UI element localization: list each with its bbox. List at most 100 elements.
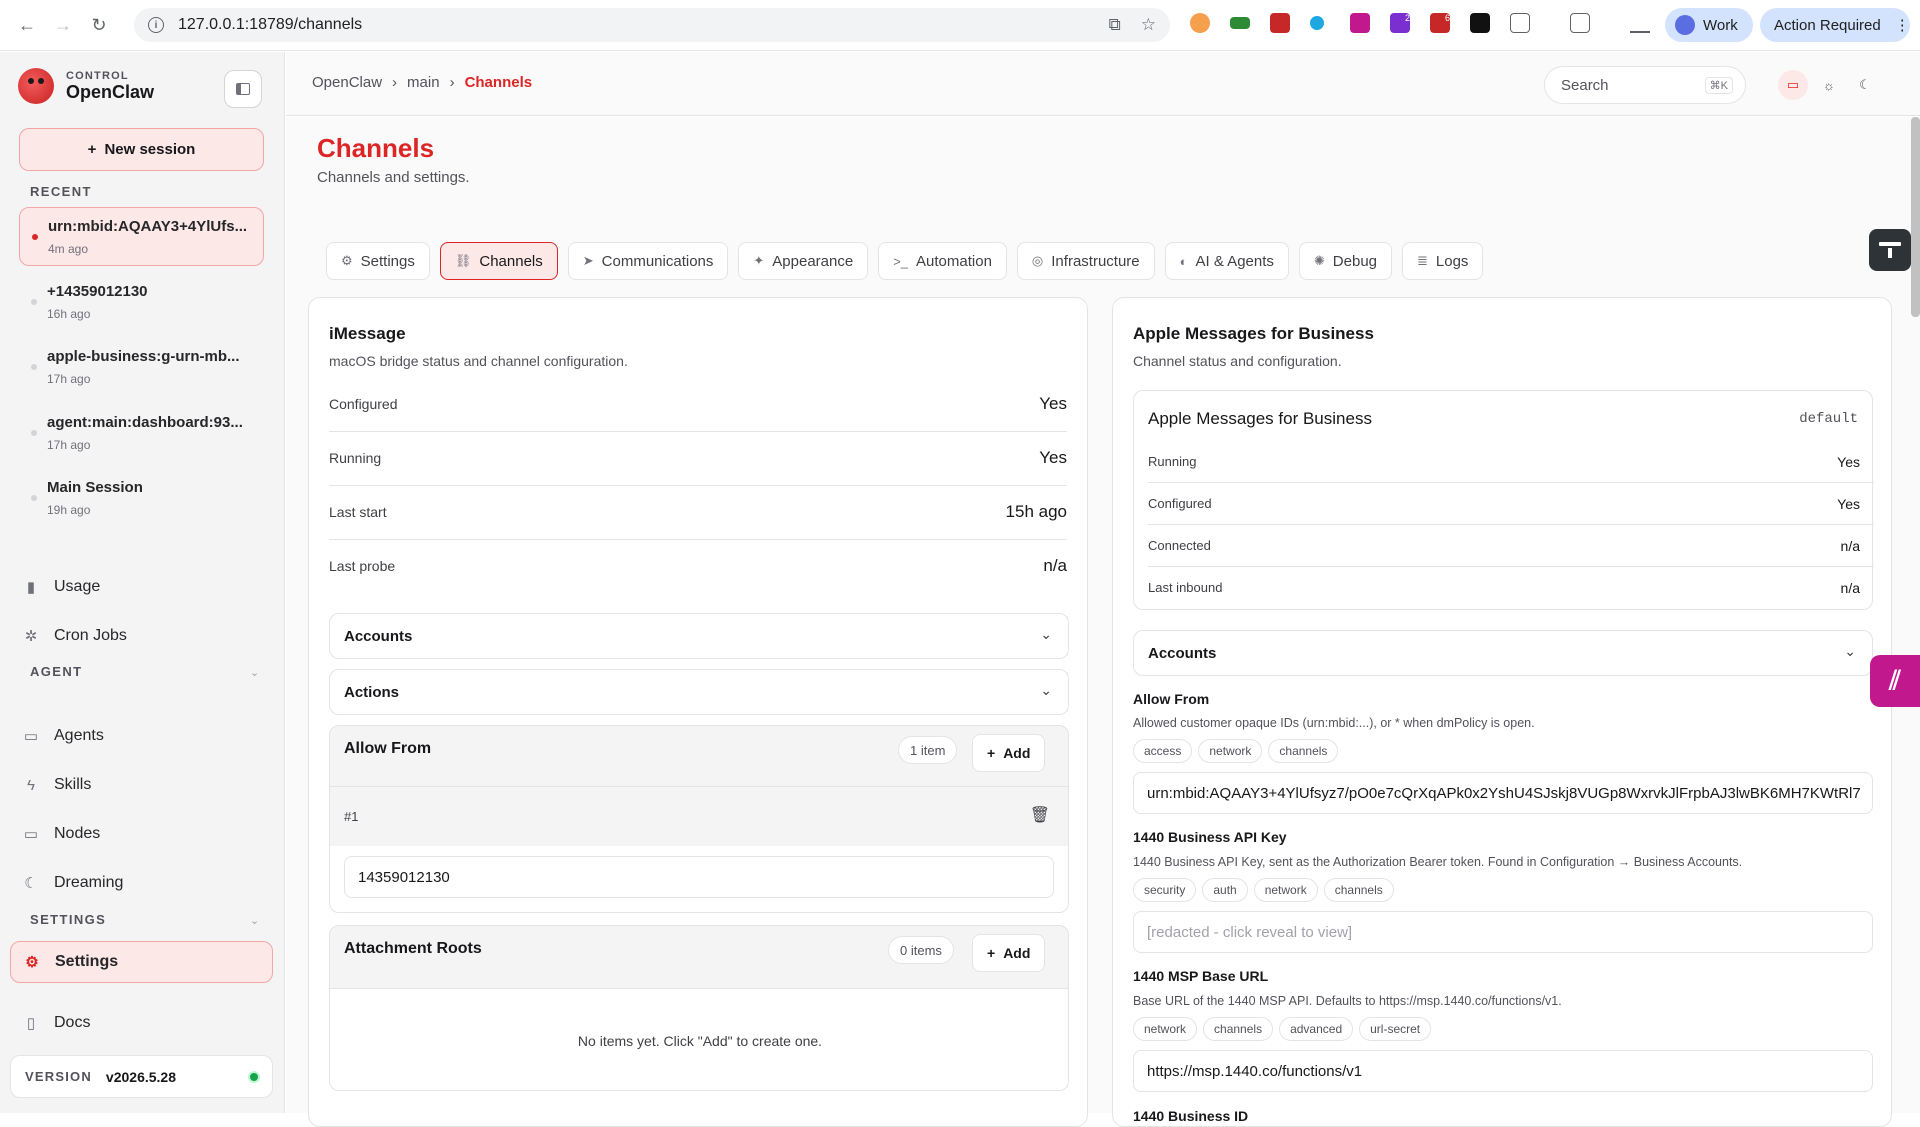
field-tags: security auth network channels [1133, 878, 1400, 902]
plus-icon: + [987, 945, 996, 961]
tab-label: Appearance [772, 252, 854, 270]
download-icon[interactable] [1630, 13, 1650, 33]
chevron-down-icon[interactable]: ⌄ [250, 914, 259, 927]
more-vert-icon[interactable]: ⋮ [1895, 16, 1910, 34]
settings-heading: SETTINGS [30, 912, 107, 927]
extensions-puzzle-icon[interactable] [1510, 13, 1530, 33]
url-text[interactable]: 127.0.0.1:18789/channels [178, 16, 362, 34]
tab-infrastructure[interactable]: ◎ Infrastructure [1016, 242, 1155, 280]
breadcrumb-item[interactable]: main [407, 74, 440, 91]
site-info-icon[interactable]: i [148, 17, 164, 33]
sidebar-item-skills[interactable]: ϟ Skills [10, 764, 273, 806]
status-dot [248, 1070, 260, 1083]
extension-icon[interactable] [1350, 13, 1370, 33]
breadcrumb-item[interactable]: OpenClaw [312, 74, 382, 91]
accounts-accordion[interactable]: Accounts ⌄ [329, 613, 1069, 659]
account-status-box: Apple Messages for Business default Runn… [1133, 390, 1874, 610]
session-item[interactable]: apple-business:g-urn-mb... 17h ago [19, 338, 264, 397]
new-session-button[interactable]: + New session [19, 128, 264, 171]
tag-chip: url-secret [1359, 1017, 1432, 1041]
reload-icon[interactable]: ↻ [86, 12, 112, 38]
sidebar-item-dreaming[interactable]: ☾ Dreaming [10, 862, 273, 904]
status-key: Configured [329, 396, 398, 412]
session-status-dot [32, 234, 38, 240]
tab-appearance[interactable]: ✦ Appearance [738, 242, 869, 280]
session-status-dot [31, 495, 37, 501]
moon-icon[interactable]: ☾ [1850, 70, 1880, 100]
add-allow-from-button[interactable]: + Add [972, 734, 1046, 772]
sidebar-item-settings[interactable]: ⚙ Settings [10, 941, 273, 983]
session-title: urn:mbid:AQAAY3+4YlUfs... [48, 218, 248, 235]
tab-ai-agents[interactable]: ◐ AI & Agents [1164, 242, 1289, 280]
extension-icon[interactable] [1230, 17, 1250, 29]
status-key: Running [1148, 454, 1197, 469]
add-attachment-root-button[interactable]: + Add [972, 934, 1046, 972]
forward-icon[interactable]: → [50, 12, 76, 38]
list-item-body: 14359012130 [330, 846, 1068, 912]
status-row: Last inbound n/a [1148, 567, 1874, 609]
sidebar-item-label: Dreaming [54, 874, 124, 891]
extension-icon[interactable] [1310, 16, 1324, 30]
session-time: 17h ago [47, 438, 91, 452]
tag-chip: auth [1202, 878, 1248, 902]
openclaw-logo-icon [18, 68, 54, 104]
session-item[interactable]: urn:mbid:AQAAY3+4YlUfs... 4m ago [19, 207, 264, 266]
field-help: 1440 Business API Key, sent as the Autho… [1133, 855, 1743, 869]
send-icon: ➤ [582, 253, 594, 268]
back-icon[interactable]: ← [14, 12, 40, 38]
address-bar[interactable]: i 127.0.0.1:18789/channels ⧉ ☆ [134, 8, 1170, 42]
sidebar-collapse-button[interactable] [224, 70, 262, 108]
session-title: apple-business:g-urn-mb... [47, 348, 240, 365]
version-value: v2026.5.28 [105, 1068, 176, 1085]
tab-channels[interactable]: ⛓ Channels [439, 242, 558, 280]
session-item[interactable]: Main Session 19h ago [19, 469, 264, 528]
tab-logs[interactable]: ≣ Logs [1402, 242, 1484, 280]
page-title: Channels [317, 133, 435, 163]
allow-from-input[interactable]: 14359012130 [344, 856, 1054, 898]
tag-chip: access [1133, 739, 1193, 763]
session-item[interactable]: +14359012130 16h ago [19, 273, 264, 332]
sidebar-item-docs[interactable]: ▯ Docs [10, 1002, 273, 1044]
zap-icon: ϟ [27, 776, 35, 794]
tab-settings[interactable]: ⚙ Settings [326, 242, 430, 280]
session-status-dot [31, 430, 37, 436]
tab-debug[interactable]: ✺ Debug [1298, 242, 1392, 280]
sidebar-item-agents[interactable]: ▭ Agents [10, 715, 273, 757]
actions-accordion[interactable]: Actions ⌄ [329, 669, 1069, 715]
sun-icon[interactable]: ☼ [1814, 70, 1844, 100]
profile-button[interactable]: Work [1665, 8, 1753, 42]
sidebar-item-usage[interactable]: ▮ Usage [10, 566, 273, 608]
sidebar-item-label: Agents [54, 727, 104, 744]
chevron-down-icon[interactable]: ⌄ [250, 666, 259, 679]
scrollbar[interactable] [1911, 117, 1920, 317]
search-input[interactable]: Search ⌘K [1544, 66, 1746, 104]
session-item[interactable]: agent:main:dashboard:93... 17h ago [19, 404, 264, 463]
floating-panel-toggle-icon[interactable] [1869, 229, 1911, 271]
session-title: +14359012130 [47, 283, 148, 300]
install-app-icon[interactable]: ⧉ [1109, 15, 1121, 35]
monitor-theme-icon[interactable]: ▭ [1778, 70, 1808, 100]
list-item-header: #1 🗑 [330, 786, 1068, 846]
sidebar-item-label: Usage [54, 578, 101, 595]
chevron-down-icon: ⌄ [1040, 682, 1052, 698]
msp-url-input[interactable]: https://msp.1440.co/functions/v1 [1133, 1050, 1873, 1092]
extension-icon[interactable]: 2 [1390, 13, 1410, 33]
sidebar-item-nodes[interactable]: ▭ Nodes [10, 813, 273, 855]
action-required-button[interactable]: Action Required ⋮ [1760, 8, 1910, 42]
tag-chip: channels [1268, 739, 1339, 763]
extension-icon[interactable]: 6 [1430, 13, 1450, 33]
allow-from-input[interactable]: urn:mbid:AQAAY3+4YlUfsyz7/pO0e7cQrXqAPk0… [1133, 772, 1873, 814]
chevron-down-icon: ⌄ [1040, 626, 1052, 642]
tab-automation[interactable]: >_ Automation [878, 242, 1007, 280]
tab-search-icon[interactable] [1570, 13, 1590, 33]
extension-icon[interactable] [1190, 13, 1210, 33]
trash-icon[interactable]: 🗑 [1030, 805, 1050, 825]
extension-icon[interactable] [1270, 13, 1290, 33]
floating-extension-icon[interactable]: ⫽ [1870, 655, 1920, 707]
bookmark-star-icon[interactable]: ☆ [1141, 15, 1156, 35]
tab-communications[interactable]: ➤ Communications [567, 242, 729, 280]
sidebar-item-cron-jobs[interactable]: ✲ Cron Jobs [10, 615, 273, 657]
accounts-accordion[interactable]: Accounts ⌄ [1133, 630, 1873, 676]
api-key-input[interactable]: [redacted - click reveal to view] [1133, 911, 1873, 953]
extension-icon[interactable] [1470, 13, 1490, 33]
